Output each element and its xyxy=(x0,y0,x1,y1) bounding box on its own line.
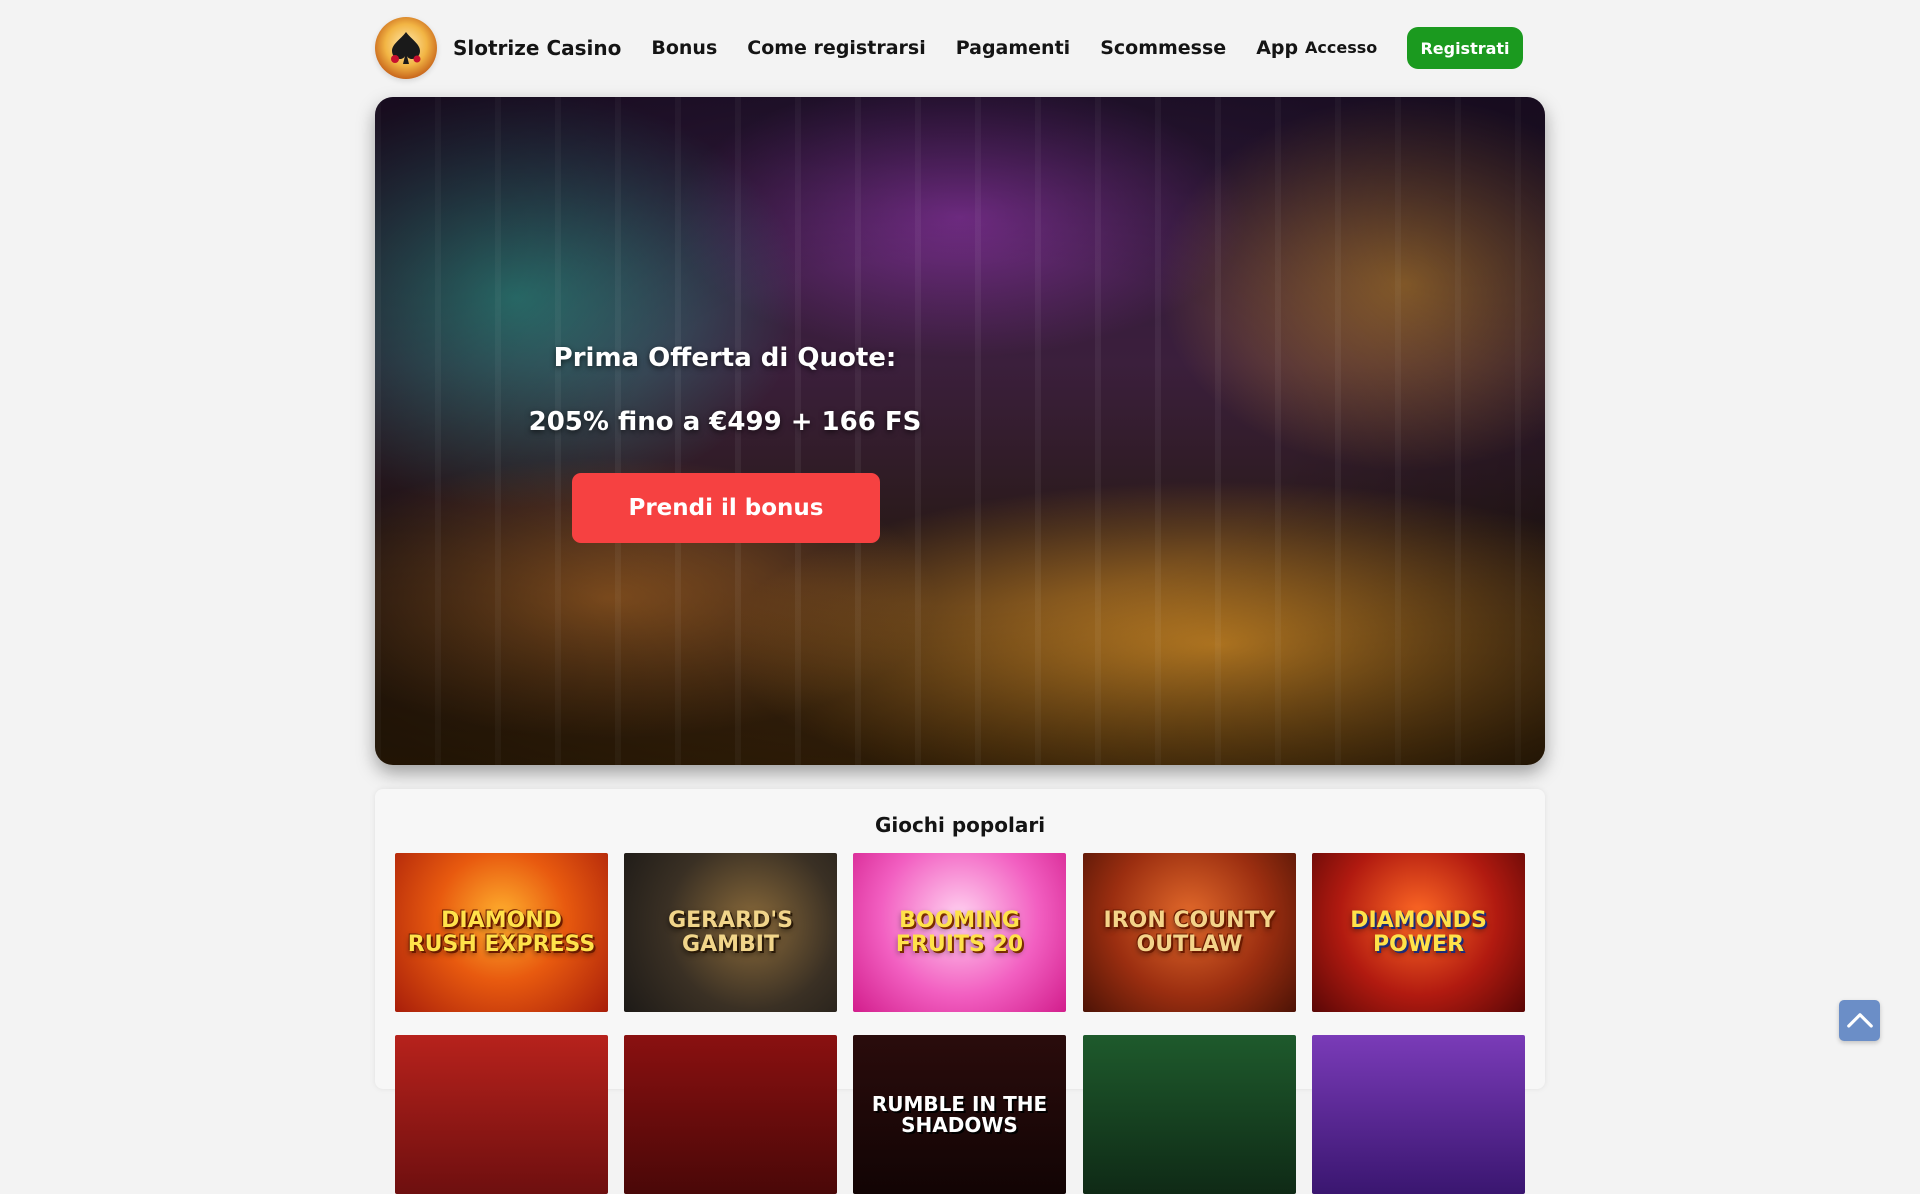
signup-button[interactable]: Registrati xyxy=(1407,27,1523,69)
nav-item-pagamenti[interactable]: Pagamenti xyxy=(956,37,1070,59)
nav-item-bonus[interactable]: Bonus xyxy=(651,37,717,59)
popular-games-section: Giochi popolari DIAMOND RUSH EXPRESS GER… xyxy=(375,789,1545,1194)
get-bonus-button[interactable]: Prendi il bonus xyxy=(572,473,880,543)
game-title: DIAMONDS POWER xyxy=(1350,908,1487,957)
game-tile[interactable] xyxy=(395,1035,608,1194)
hero-title: Prima Offerta di Quote: xyxy=(553,343,897,373)
nav-item-scommesse[interactable]: Scommesse xyxy=(1100,37,1226,59)
section-title: Giochi popolari xyxy=(874,813,1046,837)
game-tile[interactable]: GERARD'S GAMBIT xyxy=(624,853,837,1012)
game-tile[interactable] xyxy=(1312,1035,1525,1194)
game-tile[interactable]: RUMBLE IN THE SHADOWS xyxy=(853,1035,1066,1194)
nav-item-app[interactable]: App xyxy=(1256,37,1298,59)
site-header: Slotrize Casino Bonus Come registrarsi P… xyxy=(375,14,1545,82)
game-tile[interactable] xyxy=(1083,1035,1296,1194)
login-link[interactable]: Accesso xyxy=(1305,38,1377,57)
game-tile[interactable]: IRON COUNTY OUTLAW xyxy=(1083,853,1296,1012)
nav-item-come-registrarsi[interactable]: Come registrarsi xyxy=(747,37,925,59)
scroll-to-top-button[interactable] xyxy=(1839,1000,1880,1041)
game-tile[interactable]: DIAMOND RUSH EXPRESS xyxy=(395,853,608,1012)
game-tile[interactable]: BOOMING FRUITS 20 xyxy=(853,853,1066,1012)
spade-icon xyxy=(391,32,421,64)
game-tile[interactable] xyxy=(624,1035,837,1194)
hero-banner: Prima Offerta di Quote: 205% fino a €499… xyxy=(375,97,1545,765)
game-title: DIAMOND RUSH EXPRESS xyxy=(407,908,596,957)
brand-name[interactable]: Slotrize Casino xyxy=(453,36,621,60)
game-title: GERARD'S GAMBIT xyxy=(668,908,793,957)
game-title: IRON COUNTY OUTLAW xyxy=(1103,908,1276,957)
game-title: BOOMING FRUITS 20 xyxy=(895,908,1024,957)
spade-casino-logo-icon[interactable] xyxy=(375,17,437,79)
hero-offer: 205% fino a €499 + 166 FS xyxy=(528,407,922,437)
main-nav: Bonus Come registrarsi Pagamenti Scommes… xyxy=(651,37,1328,59)
game-tile[interactable]: DIAMONDS POWER xyxy=(1312,853,1525,1012)
chevron-up-icon xyxy=(1846,1012,1873,1028)
game-title: RUMBLE IN THE SHADOWS xyxy=(871,1091,1048,1137)
